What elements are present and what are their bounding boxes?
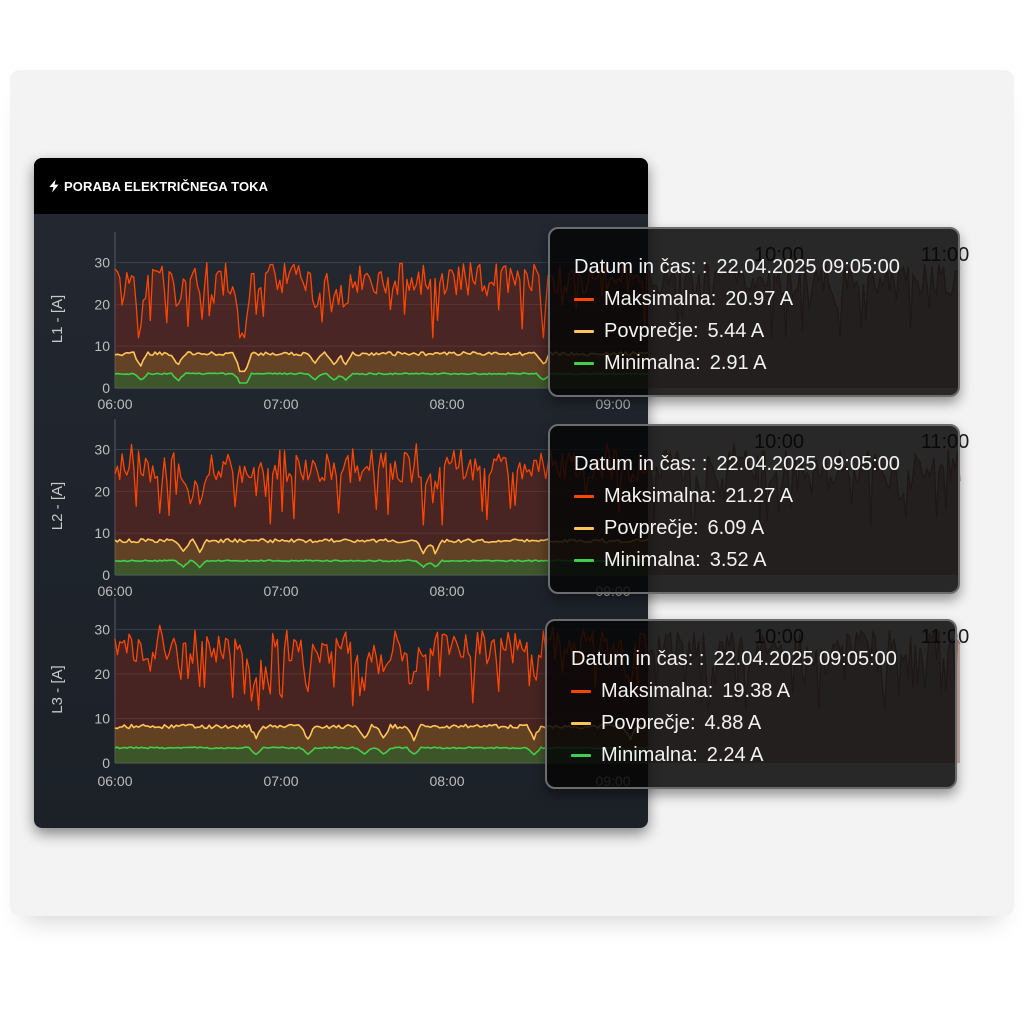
avg-swatch (574, 526, 594, 530)
x-tick-label: 06:00 (97, 583, 132, 599)
x-tick-label: 06:00 (97, 396, 132, 412)
x-tick-label: 07:00 (263, 583, 298, 599)
x-tick-label: 08:00 (429, 396, 464, 412)
y-tick-label: 20 (94, 483, 110, 499)
tooltip-date-row: Datum in čas: : 22.04.2025 09:05:00 (571, 643, 897, 675)
tooltip-max-value: 20.97 A (725, 288, 794, 310)
y-tick-label: 0 (102, 755, 110, 771)
tooltip-max-row: Maksimalna: 20.97 A (574, 283, 900, 315)
tooltip-min-label: Minimalna (604, 549, 696, 571)
y-axis-label: L2 - [A] (49, 482, 66, 530)
tooltip-max-label: Maksimalna (604, 288, 711, 310)
y-tick-label: 10 (94, 338, 110, 354)
tooltip-date-value: 22.04.2025 09:05:00 (713, 648, 897, 670)
tooltip-max-label: Maksimalna (601, 680, 708, 702)
y-tick-label: 0 (102, 567, 110, 583)
y-tick-label: 0 (102, 380, 110, 396)
x-tick-label: 11:00 (928, 396, 962, 412)
x-tick-label: 07:00 (263, 396, 298, 412)
x-tick-label: 08:00 (429, 773, 464, 789)
tooltip-label-colon: : (710, 288, 717, 310)
y-tick-label: 30 (94, 621, 110, 637)
tooltip-l3: Datum in čas: : 22.04.2025 09:05:00 Maks… (545, 619, 957, 789)
tooltip-avg-value: 4.88 A (704, 712, 762, 734)
tooltip-avg-row: Povprečje: 4.88 A (571, 707, 897, 739)
tooltip-min-label: Minimalna (604, 352, 696, 374)
y-tick-label: 20 (94, 296, 110, 312)
tooltip-avg-row: Povprečje: 6.09 A (574, 512, 900, 544)
max-swatch (574, 494, 594, 498)
tooltip-avg-label: Povprečje (604, 517, 693, 539)
tooltip-label-colon: : (710, 485, 717, 507)
x-tick-label: 10:00 (761, 396, 796, 412)
tooltip-min-value: 3.52 A (709, 549, 767, 571)
tooltip-avg-value: 5.44 A (707, 320, 765, 342)
tooltip-date-label: Datum in čas: : (574, 256, 708, 278)
y-tick-label: 30 (94, 255, 110, 271)
tooltip-date-label: Datum in čas: : (574, 453, 708, 475)
y-tick-label: 20 (94, 666, 110, 682)
tooltip-max-value: 19.38 A (722, 680, 791, 702)
min-swatch (574, 558, 594, 562)
tooltip-max-value: 21.27 A (725, 485, 794, 507)
max-swatch (574, 297, 594, 301)
tooltip-l2: Datum in čas: : 22.04.2025 09:05:00 Maks… (548, 424, 960, 594)
tooltip-date-value: 22.04.2025 09:05:00 (716, 453, 900, 475)
max-swatch (571, 689, 591, 693)
avg-swatch (574, 329, 594, 333)
x-tick-label: 09:00 (595, 396, 630, 412)
min-swatch (571, 753, 591, 757)
tooltip-label-colon: : (689, 712, 696, 734)
tooltip-label-colon: : (692, 744, 698, 766)
tooltip-date-label: Datum in čas: : (571, 648, 705, 670)
tooltip-min-row: Minimalna: 2.24 A (571, 739, 897, 771)
tooltip-label-colon: : (695, 549, 701, 571)
tooltip-label-colon: : (695, 352, 701, 374)
tooltip-avg-row: Povprečje: 5.44 A (574, 315, 900, 347)
tooltip-min-label: Minimalna (601, 744, 693, 766)
x-tick-label: 07:00 (263, 773, 298, 789)
tooltip-date-row: Datum in čas: : 22.04.2025 09:05:00 (574, 448, 900, 480)
tooltip-date-row: Datum in čas: : 22.04.2025 09:05:00 (574, 251, 900, 283)
tooltip-max-row: Maksimalna: 19.38 A (571, 675, 897, 707)
tooltip-max-row: Maksimalna: 21.27 A (574, 480, 900, 512)
tooltip-max-label: Maksimalna (604, 485, 711, 507)
tooltip-avg-value: 6.09 A (707, 517, 765, 539)
tooltip-min-value: 2.91 A (709, 352, 767, 374)
tooltip-label-colon: : (692, 517, 699, 539)
tooltip-l1: Datum in čas: : 22.04.2025 09:05:00 Maks… (548, 227, 960, 397)
y-axis-label: L1 - [A] (49, 295, 66, 343)
tooltip-avg-label: Povprečje (601, 712, 690, 734)
y-tick-label: 10 (94, 525, 110, 541)
x-axis-ticks: 06:00 07:00 08:00 09:00 10:00 11:00 (97, 396, 962, 412)
min-swatch (574, 361, 594, 365)
x-tick-label: 06:00 (97, 773, 132, 789)
tooltip-date-value: 22.04.2025 09:05:00 (716, 256, 900, 278)
tooltip-avg-label: Povprečje (604, 320, 693, 342)
y-axis-label: L3 - [A] (49, 665, 66, 713)
tooltip-label-colon: : (692, 320, 699, 342)
tooltip-label-colon: : (707, 680, 714, 702)
x-tick-label: 08:00 (429, 583, 464, 599)
avg-swatch (571, 721, 591, 725)
tooltip-min-row: Minimalna: 3.52 A (574, 544, 900, 576)
y-tick-label: 30 (94, 442, 110, 458)
tooltip-min-row: Minimalna: 2.91 A (574, 347, 900, 379)
tooltip-min-value: 2.24 A (706, 744, 764, 766)
y-tick-label: 10 (94, 710, 110, 726)
